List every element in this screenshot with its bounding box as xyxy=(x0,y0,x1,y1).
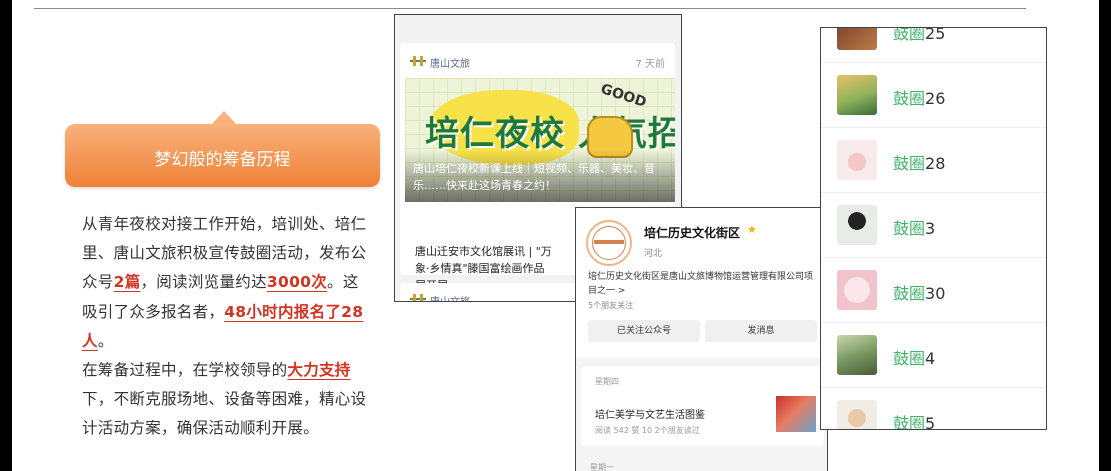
group-avatar xyxy=(837,205,877,245)
group-prefix: 鼓圈 xyxy=(893,349,926,368)
list-item[interactable]: 鼓圈26 xyxy=(821,63,1046,128)
feed-banner-image[interactable]: 培仁夜校 人气招生中 GOOD 唐山培仁夜校新课上线｜短视频、乐器、美妆、音乐…… xyxy=(405,78,675,202)
followed-button[interactable]: 已关注公众号 xyxy=(588,320,700,342)
profile-description[interactable]: 培仁历史文化街区是唐山文旅博物馆运营管理有限公司项目之一 > xyxy=(588,270,820,298)
avatar-band xyxy=(594,240,624,244)
group-number: 5 xyxy=(925,414,936,430)
group-avatar xyxy=(837,75,877,115)
para2-text-a: 在筹备过程中，在学校领导的 xyxy=(82,361,288,380)
profile-name: 培仁历史文化街区 xyxy=(644,226,741,240)
highlight-support: 大力支持 xyxy=(287,361,351,380)
group-number: 25 xyxy=(925,27,946,43)
list-item[interactable]: 鼓圈28 xyxy=(821,128,1046,193)
group-prefix: 鼓圈 xyxy=(893,284,926,303)
group-name: 鼓圈28 xyxy=(893,150,945,174)
list-item[interactable]: 鼓圈30 xyxy=(821,258,1046,323)
group-name: 鼓圈25 xyxy=(893,27,946,44)
group-avatar xyxy=(837,270,877,310)
group-name: 鼓圈3 xyxy=(893,215,935,239)
profile-avatar[interactable] xyxy=(586,220,632,266)
wechat-profile-screenshot: 培仁历史文化街区 ★ 河北 培仁历史文化街区是唐山文旅博物馆运营管理有限公司项目… xyxy=(575,207,828,471)
list-item[interactable]: 鼓圈4 xyxy=(821,323,1046,388)
highlight-article-count: 2篇 xyxy=(113,273,141,292)
list-item[interactable]: 鼓圈3 xyxy=(821,193,1046,258)
group-prefix: 鼓圈 xyxy=(893,414,926,430)
profile-article-title[interactable]: 培仁美学与文艺生活图鉴 xyxy=(595,406,705,421)
para1-text-b: ，阅读浏览量约达 xyxy=(140,273,267,292)
list-item[interactable]: 鼓圈25 xyxy=(821,27,1046,63)
group-avatar xyxy=(837,140,877,180)
group-prefix: 鼓圈 xyxy=(893,219,926,238)
group-prefix: 鼓圈 xyxy=(893,154,926,173)
banner-title: 培仁夜校 人气招生中 xyxy=(425,114,675,154)
group-avatar xyxy=(837,335,877,375)
presentation-slide: 梦幻般的筹备历程 从青年夜校对接工作开始，培训处、培仁里、唐山文旅积极宣传鼓圈活… xyxy=(12,0,1099,471)
message-button[interactable]: 发消息 xyxy=(705,320,817,342)
account-logo-icon xyxy=(410,294,426,301)
section-heading-bubble: 梦幻般的筹备历程 xyxy=(65,111,380,187)
group-list-screenshot: 鼓圈25 鼓圈26 鼓圈28 鼓圈3 鼓圈30 鼓圈4 鼓圈5 xyxy=(820,27,1047,430)
group-number: 3 xyxy=(925,219,936,238)
group-name: 鼓圈26 xyxy=(893,85,945,109)
account-logo-icon xyxy=(410,56,426,66)
section-heading: 梦幻般的筹备历程 xyxy=(154,150,291,170)
top-divider xyxy=(34,8,1026,9)
article-day-label: 星期四 xyxy=(595,377,619,386)
feed-account-name-2[interactable]: 唐山文旅 xyxy=(430,293,470,301)
group-number: 26 xyxy=(925,89,946,108)
description-paragraph: 从青年夜校对接工作开始，培训处、培仁里、唐山文旅积极宣传鼓圈活动，发布公众号2篇… xyxy=(82,210,372,444)
list-item[interactable]: 鼓圈5 xyxy=(821,388,1046,430)
banner-caption: 唐山培仁夜校新课上线｜短视频、乐器、美妆、音乐……快来赴这场青春之约！ xyxy=(413,162,655,192)
group-name: 鼓圈4 xyxy=(893,345,935,369)
profile-friends[interactable]: 5个朋友关注 xyxy=(588,300,633,311)
article-thumbnail[interactable] xyxy=(776,396,816,432)
profile-header: 培仁历史文化街区 ★ 河北 培仁历史文化街区是唐山文旅博物馆运营管理有限公司项目… xyxy=(576,208,827,358)
group-prefix: 鼓圈 xyxy=(893,89,926,108)
group-number: 28 xyxy=(925,154,946,173)
group-name: 鼓圈5 xyxy=(893,410,936,430)
group-number: 30 xyxy=(925,284,946,303)
profile-region: 河北 xyxy=(644,249,663,259)
group-prefix: 鼓圈 xyxy=(893,27,926,43)
group-name: 鼓圈30 xyxy=(893,280,945,304)
profile-article-card[interactable]: 星期四 培仁美学与文艺生活图鉴 阅读 542 赞 10 2个朋友读过 xyxy=(581,366,824,446)
star-icon: ★ xyxy=(747,223,757,236)
group-avatar xyxy=(837,400,877,429)
para1-text-d: 。 xyxy=(97,331,114,350)
highlight-view-count: 3000次 xyxy=(266,273,328,292)
article-day-label-2: 星期一 xyxy=(590,463,614,471)
para2-text-b: 下，不断克服场地、设备等困难，精心设计活动方案，确保活动顺利开展。 xyxy=(82,390,367,438)
group-avatar xyxy=(837,28,877,50)
group-number: 4 xyxy=(925,349,936,368)
feed-account-name[interactable]: 唐山文旅 xyxy=(430,55,470,70)
profile-article-stats: 阅读 542 赞 10 2个朋友读过 xyxy=(595,426,700,435)
feed-time: 7 天前 xyxy=(635,59,665,70)
